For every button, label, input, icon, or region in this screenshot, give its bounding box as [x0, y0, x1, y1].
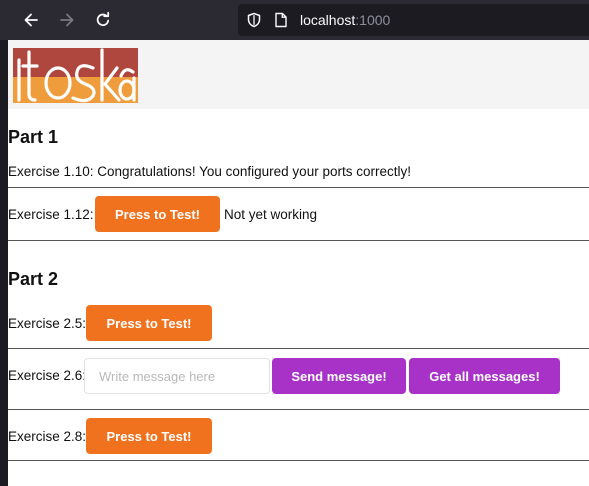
part2-title: Part 2: [8, 269, 59, 289]
divider: [8, 460, 589, 461]
divider: [8, 348, 589, 349]
exercise-2-5-test-button[interactable]: Press to Test!: [86, 305, 212, 341]
exercise-2-8-test-button[interactable]: Press to Test!: [86, 418, 212, 454]
get-all-messages-button[interactable]: Get all messages!: [409, 358, 560, 394]
part1-title: Part 1: [8, 127, 59, 147]
page-viewport: Part 1 Exercise 1.10: Congratulations! Y…: [8, 40, 589, 486]
browser-toolbar: localhost:1000: [0, 0, 589, 40]
send-message-button[interactable]: Send message!: [272, 358, 406, 394]
exercise-2-6-label: Exercise 2.6:: [8, 368, 87, 383]
divider: [8, 240, 589, 241]
url-host: localhost: [300, 12, 356, 28]
divider: [8, 409, 589, 410]
url-port: :1000: [355, 12, 391, 28]
shield-icon[interactable]: [246, 12, 262, 33]
page-icon: [274, 12, 288, 33]
message-input[interactable]: [84, 358, 270, 394]
divider: [8, 187, 589, 188]
exercise-2-5-label: Exercise 2.5:: [8, 316, 87, 331]
forward-arrow-icon[interactable]: [55, 8, 79, 32]
exercise-1-12-status: Not yet working: [224, 207, 318, 222]
url-text[interactable]: localhost:1000: [300, 11, 390, 29]
exercise-1-12-test-button[interactable]: Press to Test!: [95, 196, 220, 232]
exercise-1-10-text: Exercise 1.10: Congratulations! You conf…: [8, 164, 411, 179]
back-arrow-icon[interactable]: [19, 8, 43, 32]
header: [8, 40, 589, 109]
itoska-logo: [13, 48, 138, 108]
reload-icon[interactable]: [91, 8, 115, 32]
exercise-2-8-label: Exercise 2.8:: [8, 429, 87, 444]
exercise-1-12-label: Exercise 1.12:: [8, 207, 94, 222]
url-bar[interactable]: localhost:1000: [238, 4, 589, 36]
